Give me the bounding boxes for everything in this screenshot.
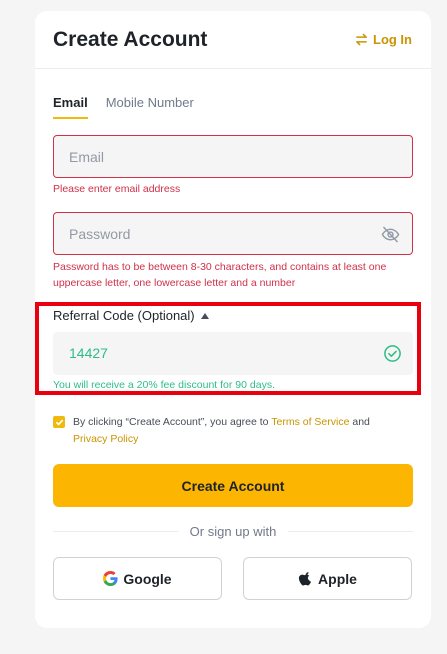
referral-discount-note: You will receive a 20% fee discount for … <box>53 379 275 391</box>
email-placeholder: Email <box>69 149 105 165</box>
signup-card: Create Account Log In Email Mobile Numbe… <box>35 11 431 628</box>
tab-email[interactable]: Email <box>53 95 88 119</box>
social-divider: Or sign up with <box>53 523 414 539</box>
apple-label: Apple <box>318 570 357 587</box>
page-title: Create Account <box>53 28 208 51</box>
swap-arrows-icon <box>356 33 367 46</box>
password-placeholder: Password <box>69 226 131 242</box>
terms-agreement: By clicking “Create Account”, you agree … <box>53 414 413 448</box>
agreement-prefix: By clicking “Create Account”, you agree … <box>73 416 272 428</box>
google-signup-button[interactable]: Google <box>53 557 222 600</box>
agree-checkbox[interactable] <box>53 416 65 428</box>
check-circle-icon <box>384 345 401 362</box>
password-field[interactable]: Password <box>53 212 413 255</box>
eye-off-icon[interactable] <box>381 225 400 244</box>
referral-label: Referral Code (Optional) <box>53 308 195 323</box>
password-error: Password has to be between 8-30 characte… <box>53 261 387 289</box>
create-account-button[interactable]: Create Account <box>53 464 413 507</box>
referral-code-value: 14427 <box>69 345 108 361</box>
divider-line-right <box>288 530 414 532</box>
signup-tabs: Email Mobile Number <box>53 95 194 119</box>
agreement-text: By clicking “Create Account”, you agree … <box>73 414 370 448</box>
agreement-and: and <box>349 416 370 428</box>
divider-line-left <box>53 530 178 532</box>
divider-text: Or sign up with <box>189 523 277 539</box>
login-link[interactable]: Log In <box>355 32 412 47</box>
terms-of-service-link[interactable]: Terms of Service <box>271 416 349 428</box>
referral-toggle[interactable]: Referral Code (Optional) <box>53 308 209 323</box>
card-header: Create Account Log In <box>35 11 431 69</box>
google-label: Google <box>123 570 172 587</box>
apple-signup-button[interactable]: Apple <box>243 557 412 600</box>
caret-up-icon <box>200 312 209 319</box>
tab-mobile-number[interactable]: Mobile Number <box>106 95 194 119</box>
referral-code-input[interactable]: 14427 <box>53 332 413 375</box>
apple-icon <box>298 572 312 586</box>
login-label: Log In <box>373 32 412 47</box>
privacy-policy-link[interactable]: Privacy Policy <box>73 433 138 445</box>
email-error: Please enter email address <box>53 183 181 195</box>
email-field[interactable]: Email <box>53 135 413 178</box>
check-icon <box>55 419 63 425</box>
google-icon <box>103 571 118 586</box>
